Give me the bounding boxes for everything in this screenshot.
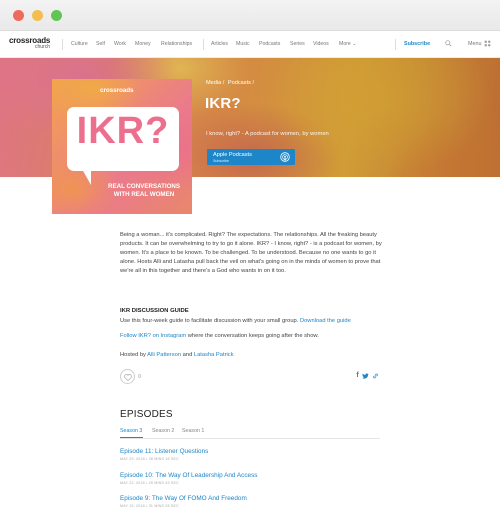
nav-link-music[interactable]: Music [236, 41, 250, 47]
nav-link-videos[interactable]: Videos [313, 41, 329, 47]
podcast-cover-art: crossroads IKR? REAL CONVERSATIONS WITH … [52, 79, 192, 214]
logo-subtext: church [35, 44, 51, 50]
nav-link-work[interactable]: Work [114, 41, 126, 47]
close-window-button[interactable] [13, 10, 24, 21]
guide-text: Use this four-week guide to facilitate d… [120, 318, 299, 324]
apple-podcasts-label: Apple Podcasts [213, 152, 252, 158]
nav-link-self[interactable]: Self [96, 41, 105, 47]
link-icon[interactable] [372, 372, 379, 380]
episode-meta: MAY 29, 2018 • 38 MINS 16 SEC [120, 457, 179, 461]
site-header: crossroads church Culture Self Work Mone… [0, 31, 500, 58]
facebook-icon[interactable]: f [354, 372, 361, 380]
cover-subtitle: REAL CONVERSATIONS WITH REAL WOMEN [98, 183, 190, 199]
like-button[interactable] [120, 369, 135, 384]
breadcrumb: Media / Podcasts / [206, 80, 256, 86]
twitter-icon[interactable] [362, 372, 369, 380]
nav-link-articles[interactable]: Articles [211, 41, 228, 47]
maximize-window-button[interactable] [51, 10, 62, 21]
heart-icon [124, 373, 132, 381]
instagram-text: where the conversation keeps going after… [187, 333, 319, 339]
episode-title[interactable]: Episode 9: The Way Of FOMO And Freedom [120, 495, 247, 502]
tab-season-2[interactable]: Season 2 [152, 428, 174, 434]
guide-heading: IKR DISCUSSION GUIDE [120, 308, 189, 314]
episode-item[interactable]: Episode 10: The Way Of Leadership And Ac… [120, 472, 257, 485]
nav-divider [395, 39, 396, 50]
podcast-description: Being a woman... it's complicated. Right… [120, 232, 382, 275]
nav-link-culture[interactable]: Culture [71, 41, 88, 47]
page-title: IKR? [205, 95, 241, 112]
nav-link-series[interactable]: Series [290, 41, 305, 47]
podcast-icon [280, 152, 290, 162]
nav-link-relationships[interactable]: Relationships [161, 41, 192, 47]
download-guide-link[interactable]: Download the guide [300, 318, 351, 324]
breadcrumb-podcasts[interactable]: Podcasts / [228, 80, 254, 86]
cover-title: IKR? [76, 110, 170, 152]
nav-link-money[interactable]: Money [135, 41, 151, 47]
speech-bubble-tail [82, 169, 91, 185]
active-tab-indicator [120, 437, 143, 438]
crossroads-logo[interactable]: crossroads church [9, 37, 50, 50]
nav-divider [62, 39, 63, 50]
tab-season-3[interactable]: Season 3 [120, 428, 142, 434]
nav-link-podcasts[interactable]: Podcasts [259, 41, 280, 47]
episode-meta: MAY 22, 2018 • 29 MINS 43 SEC [120, 481, 179, 485]
episode-item[interactable]: Episode 11: Listener Questions MAY 29, 2… [120, 448, 208, 461]
podcast-tagline: I know, right? - A podcast for women, by… [206, 131, 329, 137]
hosted-by: Hosted by Alli Patterson and Latasha Pat… [120, 352, 234, 358]
cover-subtitle-line1: REAL CONVERSATIONS [108, 183, 180, 190]
subscribe-link[interactable]: Subscribe [404, 41, 430, 47]
like-count: 0 [138, 374, 141, 380]
cover-subtitle-line2: WITH REAL WOMEN [113, 190, 175, 198]
nav-divider [203, 39, 204, 50]
cover-brand: crossroads [100, 87, 134, 94]
host-latasha-link[interactable]: Latasha Patrick [194, 352, 234, 358]
episode-meta: MAY 15, 2018 • 31 MINS 28 SEC [120, 504, 179, 508]
episode-item[interactable]: Episode 9: The Way Of FOMO And Freedom M… [120, 495, 247, 508]
episode-title[interactable]: Episode 11: Listener Questions [120, 448, 208, 455]
menu-button[interactable]: Menu [468, 41, 482, 47]
episodes-heading: EPISODES [120, 408, 173, 421]
hosted-prefix: Hosted by [120, 352, 146, 358]
search-icon[interactable] [445, 40, 452, 47]
tab-season-1[interactable]: Season 1 [182, 428, 204, 434]
breadcrumb-media[interactable]: Media / [206, 80, 224, 86]
episode-title[interactable]: Episode 10: The Way Of Leadership And Ac… [120, 472, 257, 479]
window-titlebar [0, 0, 500, 31]
minimize-window-button[interactable] [32, 10, 43, 21]
host-alli-link[interactable]: Alli Patterson [147, 352, 181, 358]
apple-podcasts-sublabel: Subscribe [213, 159, 229, 163]
hosted-and: and [182, 352, 193, 358]
instagram-paragraph: Follow IKR? on Instagram where the conve… [120, 333, 319, 339]
season-tabs: Season 3 Season 2 Season 1 [120, 426, 380, 439]
menu-icon[interactable] [484, 40, 491, 47]
instagram-link[interactable]: Follow IKR? on Instagram [120, 333, 186, 339]
guide-paragraph: Use this four-week guide to facilitate d… [120, 318, 351, 324]
nav-link-more[interactable]: More ⌄ [339, 41, 357, 47]
apple-podcasts-button[interactable]: Apple Podcasts Subscribe [207, 149, 295, 165]
